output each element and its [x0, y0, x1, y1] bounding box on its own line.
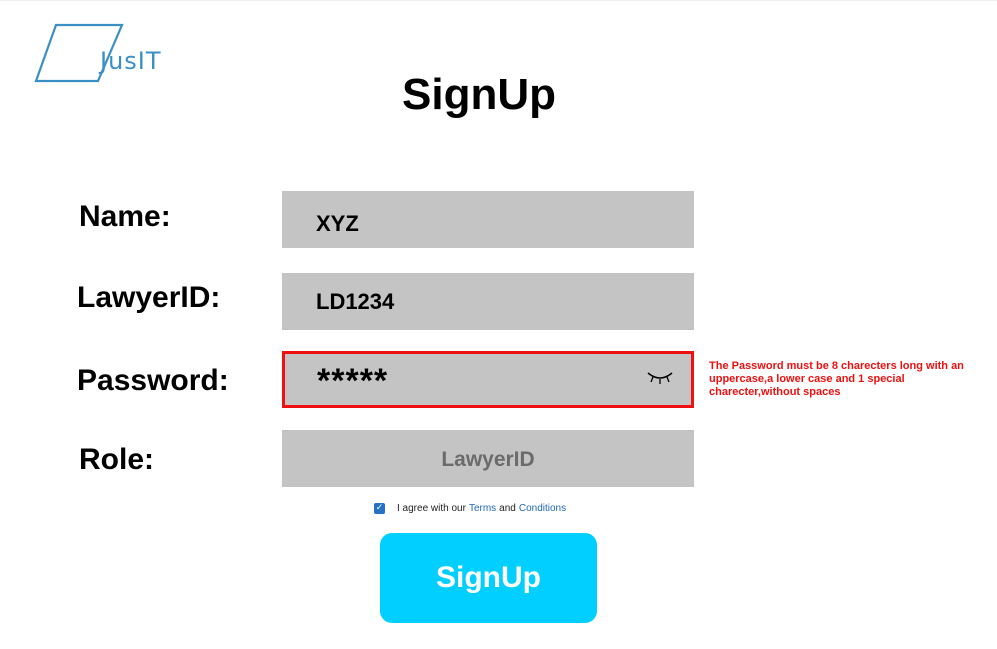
- agree-terms-row: ✓ I agree with our Terms and Conditions: [374, 500, 569, 516]
- password-field[interactable]: *****: [282, 351, 694, 408]
- agree-checkbox[interactable]: ✓: [374, 502, 385, 514]
- signup-button[interactable]: SignUp: [380, 533, 597, 623]
- signup-page: JusIT SignUp Name: XYZ LawyerID: LD1234 …: [0, 0, 997, 649]
- name-field[interactable]: XYZ: [282, 191, 694, 248]
- agree-text: I agree with our: [397, 502, 466, 514]
- name-label: Name:: [79, 200, 171, 233]
- role-select[interactable]: LawyerID: [282, 430, 694, 487]
- top-divider: [0, 0, 997, 1]
- conditions-link[interactable]: Conditions: [519, 503, 566, 514]
- password-value: *****: [317, 362, 389, 400]
- lawyerid-label: LawyerID:: [77, 281, 221, 314]
- lawyerid-field[interactable]: LD1234: [282, 273, 694, 330]
- name-value: XYZ: [316, 211, 359, 236]
- eye-closed-icon[interactable]: [647, 369, 673, 385]
- role-selected-value: LawyerID: [441, 448, 535, 471]
- agree-and-text: and: [499, 502, 516, 514]
- password-error-message: The Password must be 8 charecters long w…: [709, 360, 964, 398]
- password-label: Password:: [77, 364, 229, 397]
- page-title: SignUp: [402, 70, 556, 119]
- terms-link[interactable]: Terms: [469, 503, 496, 514]
- role-label: Role:: [79, 443, 154, 476]
- lawyerid-value: LD1234: [316, 289, 395, 314]
